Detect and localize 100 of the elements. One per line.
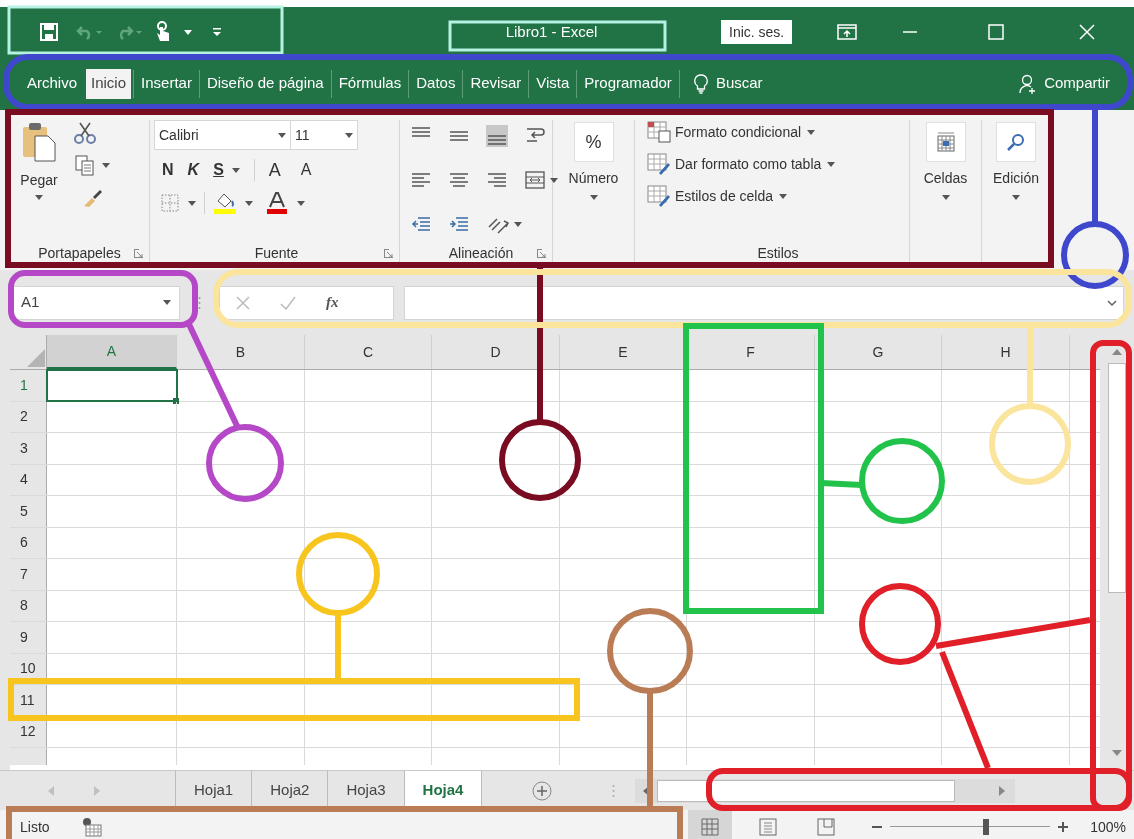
leader-line xyxy=(335,613,341,681)
scroll-down-icon[interactable] xyxy=(1112,750,1122,756)
column-header[interactable]: B xyxy=(177,335,305,369)
caret-icon xyxy=(1012,195,1020,200)
row-header[interactable]: 5 xyxy=(10,496,47,527)
check-icon[interactable] xyxy=(280,295,296,310)
caret-icon[interactable] xyxy=(245,200,253,206)
number-format-button[interactable]: % Número xyxy=(553,120,634,240)
row-header[interactable]: 6 xyxy=(10,527,47,558)
zoom-percentage[interactable]: 100% xyxy=(1090,816,1126,838)
expand-icon[interactable] xyxy=(1107,299,1117,306)
dialog-launcher-icon[interactable] xyxy=(134,249,143,258)
caret-icon[interactable] xyxy=(231,167,240,173)
row-header[interactable]: 1 xyxy=(10,370,47,401)
dialog-launcher-icon[interactable] xyxy=(537,249,546,258)
ribbon-tab[interactable]: Insertar xyxy=(136,68,197,99)
font-name-field[interactable]: Calibri xyxy=(154,120,291,150)
ribbon-tab[interactable]: Archivo xyxy=(22,68,83,99)
grow-font-button[interactable]: A xyxy=(268,156,287,184)
caret-icon[interactable] xyxy=(102,162,110,168)
styles-menu-item[interactable]: Formato condicional xyxy=(647,120,836,144)
macro-record-icon[interactable] xyxy=(82,817,102,837)
active-cell[interactable] xyxy=(47,370,177,401)
paste-button[interactable]: Pegar xyxy=(10,120,68,240)
add-sheet-icon[interactable] xyxy=(532,780,553,801)
sign-in-button[interactable]: Inic. ses. xyxy=(721,20,793,44)
caret-icon xyxy=(941,195,950,200)
fill-color-icon[interactable] xyxy=(213,192,237,214)
row-header[interactable]: 3 xyxy=(10,433,47,464)
shrink-font-button[interactable]: A xyxy=(300,158,318,182)
zoom-slider-thumb[interactable] xyxy=(983,819,990,835)
zoom-in-icon[interactable] xyxy=(1058,822,1069,832)
scissors-icon[interactable] xyxy=(74,122,96,144)
bold-button[interactable]: N xyxy=(162,158,174,182)
ribbon-tab[interactable]: Fórmulas xyxy=(333,68,407,99)
column-header[interactable]: D xyxy=(432,335,560,369)
search-button[interactable]: Buscar xyxy=(689,68,767,99)
column-header[interactable]: C xyxy=(305,335,432,369)
column-header[interactable]: A xyxy=(47,335,177,369)
ribbon-tab[interactable]: Inicio xyxy=(86,68,132,99)
ribbon-tab[interactable]: Diseño de página xyxy=(201,68,329,99)
customize-icon[interactable] xyxy=(212,27,222,37)
ribbon-tab[interactable]: Revisar xyxy=(465,68,527,99)
sheet-tab[interactable]: Hoja2 xyxy=(251,771,328,810)
ribbon-tab[interactable]: Programador xyxy=(579,68,677,99)
window-title: Libro1 - Excel xyxy=(504,21,599,42)
hand-pointer-icon[interactable] xyxy=(154,21,172,43)
dialog-launcher-icon[interactable] xyxy=(384,249,393,258)
save-icon[interactable] xyxy=(40,23,58,41)
status-text: Listo xyxy=(20,817,51,837)
caret-icon[interactable] xyxy=(297,200,305,206)
conditional-format-icon xyxy=(647,121,671,143)
align-bottom-icon[interactable] xyxy=(486,125,508,147)
close-icon[interactable] xyxy=(1079,24,1096,40)
row-header[interactable]: 8 xyxy=(10,590,47,621)
caret-icon[interactable] xyxy=(514,221,522,227)
lightbulb-icon xyxy=(693,73,708,94)
ribbon-display-icon[interactable] xyxy=(837,24,858,40)
name-box[interactable]: A1 xyxy=(12,285,180,320)
column-header[interactable]: F xyxy=(687,335,815,369)
table-format-icon xyxy=(647,153,671,175)
clipboard-icon xyxy=(21,122,57,162)
font-size-field[interactable]: 11 xyxy=(291,120,358,150)
row-header[interactable]: 2 xyxy=(10,401,47,432)
ribbon-tab[interactable]: Vista xyxy=(531,68,575,99)
caret-icon[interactable] xyxy=(184,29,192,35)
share-button[interactable]: Compartir xyxy=(1014,68,1114,99)
styles-menu-item[interactable]: Dar formato como tabla xyxy=(647,152,836,176)
column-header[interactable]: G xyxy=(815,335,942,369)
row-header[interactable]: 9 xyxy=(10,622,47,653)
column-header[interactable]: H xyxy=(942,335,1070,369)
column-header[interactable]: E xyxy=(560,335,687,369)
grip-icon xyxy=(198,295,201,310)
caret-icon[interactable] xyxy=(188,200,196,206)
row-header[interactable]: 7 xyxy=(10,559,47,590)
horizontal-scrollbar[interactable] xyxy=(635,778,1016,803)
styles-menu-item[interactable]: Estilos de celda xyxy=(647,184,836,208)
scroll-up-icon[interactable] xyxy=(1112,349,1122,355)
italic-button[interactable]: K xyxy=(187,158,200,182)
copy-icon[interactable] xyxy=(74,154,96,176)
scroll-right-icon[interactable] xyxy=(999,785,1006,796)
caret-icon xyxy=(807,129,816,135)
row-header[interactable]: 4 xyxy=(10,464,47,495)
sheet-tab[interactable]: Hoja3 xyxy=(327,771,404,810)
font-color-icon[interactable] xyxy=(265,192,289,214)
cells-button[interactable]: Celdas xyxy=(910,120,981,240)
caret-icon[interactable] xyxy=(550,177,558,183)
scroll-left-icon[interactable] xyxy=(643,785,650,796)
underline-button[interactable]: S xyxy=(213,158,224,182)
formula-input[interactable] xyxy=(404,285,1124,320)
maximize-icon[interactable] xyxy=(988,24,1005,40)
percent-icon: % xyxy=(573,122,614,162)
normal-view-icon[interactable] xyxy=(688,810,733,839)
sheet-tab[interactable]: Hoja1 xyxy=(175,771,252,810)
group-label: Fuente xyxy=(254,243,299,263)
ribbon-tab[interactable]: Datos xyxy=(411,68,461,99)
merge-cells-icon[interactable] xyxy=(524,169,546,191)
zoom-slider[interactable] xyxy=(890,819,1051,835)
insert-function-button[interactable]: fx xyxy=(326,291,339,314)
editing-button[interactable]: Edición xyxy=(982,120,1050,240)
